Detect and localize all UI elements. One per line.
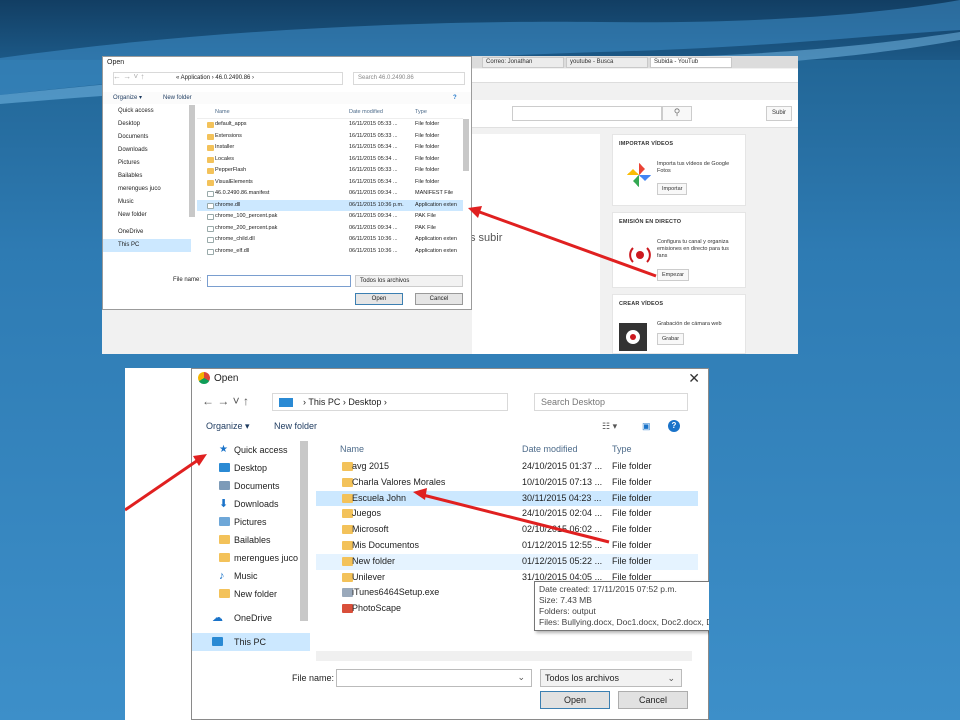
red-annotation-arrow <box>468 206 657 278</box>
screenshot-desktop-dialog: su Open ✕ ← → ˅ ↑ › This PC › Desktop › … <box>125 368 709 720</box>
red-annotation-arrows <box>125 454 610 544</box>
screenshot-chrome-dll-dialog: Correo: Jonathan youtube - Busca Subida … <box>102 56 798 354</box>
